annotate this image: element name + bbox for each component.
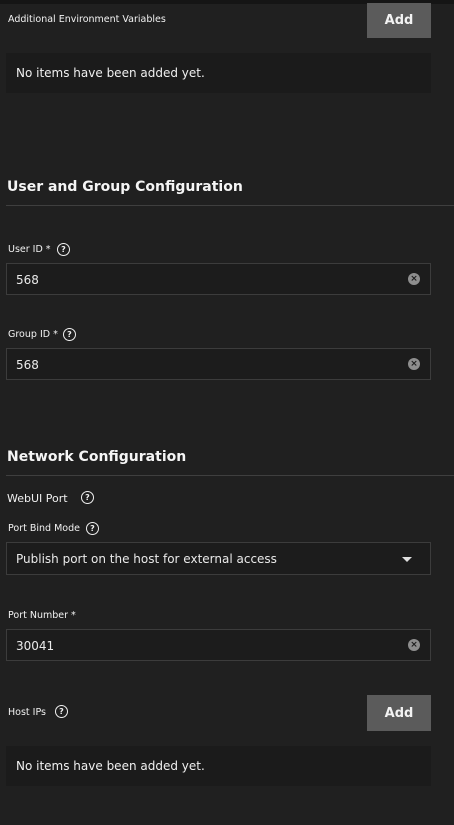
help-icon[interactable]: ? [55,705,68,718]
add-env-var-button[interactable]: Add [367,3,431,38]
env-vars-empty-list: No items have been added yet. [6,53,431,93]
host-ips-empty-list: No items have been added yet. [6,746,431,786]
port-bind-mode-select[interactable]: Publish port on the host for external ac… [6,542,431,575]
group-id-label: Group ID * [8,329,58,340]
host-ips-label: Host IPs [8,707,46,718]
section-divider [6,475,454,476]
help-icon[interactable]: ? [57,243,70,256]
empty-message: No items have been added yet. [16,759,205,773]
port-bind-mode-value: Publish port on the host for external ac… [16,552,277,566]
section-title-network: Network Configuration [7,449,187,465]
empty-message: No items have been added yet. [16,66,205,80]
help-icon[interactable]: ? [81,491,94,504]
section-title-user-group: User and Group Configuration [7,179,243,195]
clear-icon[interactable]: × [408,273,420,285]
section-divider [6,205,454,206]
add-host-ip-button[interactable]: Add [367,695,431,731]
clear-icon[interactable]: × [408,358,420,370]
help-icon[interactable]: ? [86,522,99,535]
env-vars-label: Additional Environment Variables [8,14,166,25]
group-id-value: 568 [16,358,39,372]
caret-down-icon [402,557,412,562]
clear-icon[interactable]: × [408,639,420,651]
port-number-value: 30041 [16,639,55,653]
user-id-label: User ID * [8,244,51,255]
webui-port-label: WebUI Port [7,492,68,505]
user-id-value: 568 [16,273,39,287]
port-number-label: Port Number * [8,610,76,621]
port-bind-mode-label: Port Bind Mode [8,523,80,534]
help-icon[interactable]: ? [63,328,76,341]
group-id-field[interactable]: 568 × [6,348,431,380]
user-id-field[interactable]: 568 × [6,263,431,295]
port-number-field[interactable]: 30041 × [6,629,431,661]
